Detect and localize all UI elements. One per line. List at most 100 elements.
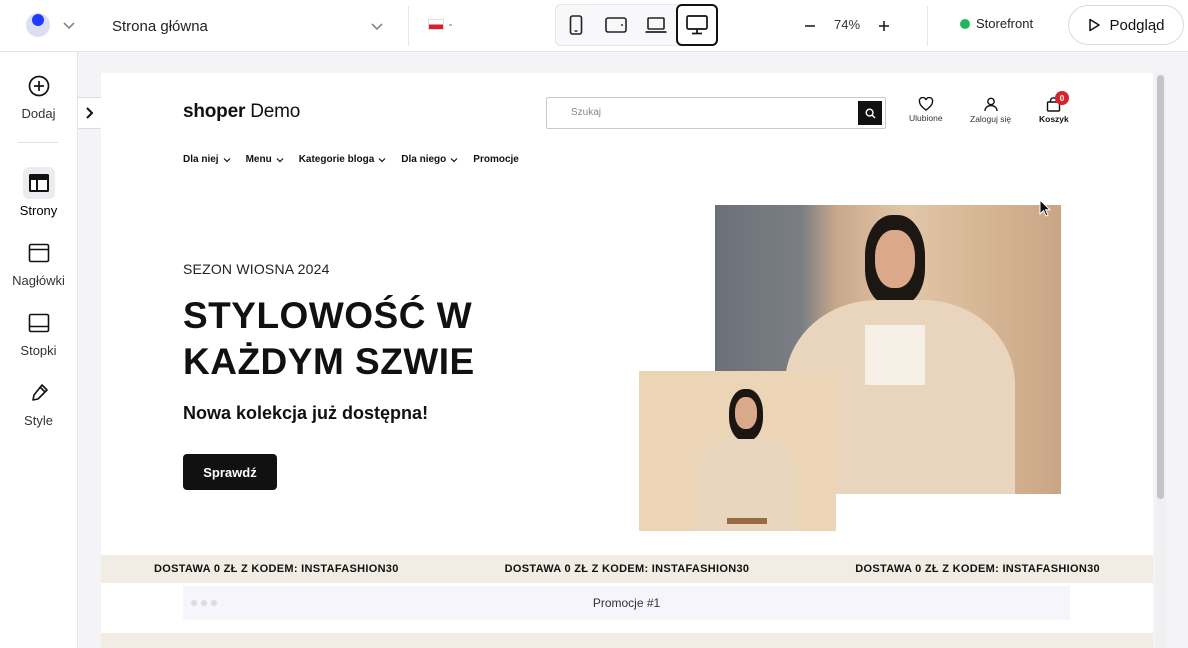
preview-button[interactable]: Podgląd: [1068, 5, 1184, 45]
tablet-icon: [605, 17, 627, 33]
image-detail: [865, 325, 925, 385]
plus-icon: [879, 21, 889, 31]
tablet-view-button[interactable]: [600, 10, 632, 40]
zoom-in-button[interactable]: [874, 16, 894, 36]
logo-rest: Demo: [250, 101, 301, 122]
mouse-cursor-icon: [1039, 199, 1051, 217]
cart-label: Koszyk: [1039, 114, 1069, 124]
desktop-icon: [686, 15, 708, 35]
play-icon: [1089, 18, 1101, 32]
wishlist-label: Ulubione: [909, 113, 943, 123]
sidebar-item-label: Strony: [19, 203, 58, 218]
left-sidebar: Dodaj Strony Nagłówki Stopki Style: [0, 52, 78, 648]
storefront-status[interactable]: Storefront: [960, 16, 1033, 31]
hero-cta-button[interactable]: Sprawdź: [183, 454, 277, 490]
nav-item-dla-niego[interactable]: Dla niego: [401, 154, 458, 165]
mobile-icon: [569, 15, 583, 35]
canvas-scrollbar[interactable]: [1155, 73, 1166, 648]
next-section: [101, 633, 1153, 648]
nav-item-kategorie-bloga[interactable]: Kategorie bloga: [299, 154, 387, 165]
zoom-out-button[interactable]: [800, 16, 820, 36]
expand-panel-button[interactable]: [78, 97, 103, 129]
language-select[interactable]: [428, 19, 452, 30]
store-nav: Dla niej Menu Kategorie bloga Dla niego …: [183, 154, 534, 165]
promo-section[interactable]: Promocje #1: [183, 586, 1070, 620]
store-search-input[interactable]: Szukaj: [546, 97, 886, 129]
plus-circle-icon: [23, 70, 55, 102]
chevron-down-icon: [371, 23, 383, 31]
sidebar-item-label: Style: [24, 413, 53, 428]
cart-link[interactable]: 0 Koszyk: [1039, 91, 1069, 124]
sidebar-item-pages[interactable]: Strony: [0, 167, 77, 218]
wishlist-link[interactable]: Ulubione: [909, 97, 943, 123]
chevron-down-icon: [378, 157, 386, 162]
promo-strip-text: DOSTAWA 0 ZŁ Z KODEM: INSTAFASHION30: [855, 563, 1100, 575]
nav-item-menu[interactable]: Menu: [246, 154, 284, 165]
footer-icon: [23, 307, 55, 339]
store-logo[interactable]: shoper Demo: [183, 101, 300, 123]
laptop-view-button[interactable]: [640, 10, 672, 40]
promo-strip-text: DOSTAWA 0 ZŁ Z KODEM: INSTAFASHION30: [153, 563, 399, 575]
nav-label: Menu: [245, 154, 272, 165]
hero-image-small: [639, 371, 836, 531]
page-select-label: Strona główna: [112, 17, 208, 35]
search-button[interactable]: [858, 101, 882, 125]
promo-section-title: Promocje #1: [592, 596, 661, 610]
zoom-level: 74%: [833, 17, 861, 32]
chevron-right-icon: [86, 107, 94, 119]
nav-label: Promocje: [473, 154, 519, 165]
sidebar-item-label: Stopki: [20, 343, 57, 358]
promo-strip-text: DOSTAWA 0 ZŁ Z KODEM: INSTAFASHION30: [504, 563, 750, 575]
hero-title-line: STYLOWOŚĆ W: [183, 295, 473, 336]
dropdown-indicator: [449, 23, 452, 26]
search-placeholder: Szukaj: [571, 107, 602, 118]
nav-item-dla-niej[interactable]: Dla niej: [183, 154, 231, 165]
divider: [18, 142, 58, 143]
nav-item-promocje[interactable]: Promocje: [473, 154, 519, 165]
hero-eyebrow: SEZON WIOSNA 2024: [183, 261, 330, 277]
preview-label: Podgląd: [1109, 16, 1165, 34]
poland-flag-icon: [428, 19, 444, 30]
preview-canvas[interactable]: shoper Demo Szukaj Ulubione Zaloguj się …: [101, 73, 1153, 648]
pen-icon: [23, 377, 55, 409]
mobile-view-button[interactable]: [560, 10, 592, 40]
sidebar-item-add[interactable]: Dodaj: [0, 70, 77, 121]
chevron-down-icon[interactable]: [62, 18, 76, 32]
chevron-down-icon: [223, 157, 231, 162]
sidebar-item-footers[interactable]: Stopki: [0, 307, 77, 358]
chevron-down-icon: [450, 157, 458, 162]
cart-count-badge: 0: [1055, 91, 1069, 105]
nav-label: Kategorie bloga: [298, 154, 375, 165]
image-detail: [727, 518, 767, 524]
promo-strip: DOSTAWA 0 ZŁ Z KODEM: INSTAFASHION30 DOS…: [101, 555, 1153, 583]
scrollbar-thumb[interactable]: [1157, 75, 1164, 499]
sidebar-item-label: Dodaj: [21, 106, 56, 121]
top-bar: Strona główna 74% Storefront Podgląd: [0, 0, 1188, 52]
header-icon: [23, 237, 55, 269]
sidebar-item-headers[interactable]: Nagłówki: [0, 237, 77, 288]
device-switcher: [555, 4, 718, 46]
hero-title-line: KAŻDYM SZWIE: [183, 341, 475, 382]
divider: [408, 6, 409, 46]
sidebar-item-label: Nagłówki: [12, 273, 65, 288]
desktop-view-button[interactable]: [676, 4, 718, 46]
login-label: Zaloguj się: [970, 114, 1012, 124]
sidebar-item-styles[interactable]: Style: [0, 377, 77, 428]
brand-logo-icon[interactable]: [26, 13, 50, 37]
page-select[interactable]: Strona główna: [112, 0, 384, 52]
layout-icon: [22, 167, 55, 199]
user-icon: [983, 97, 998, 112]
nav-label: Dla niego: [401, 154, 447, 165]
hero-subtitle: Nowa kolekcja już dostępna!: [183, 403, 429, 423]
chevron-down-icon: [276, 157, 284, 162]
hero-title: STYLOWOŚĆ W KAŻDYM SZWIE: [183, 293, 563, 385]
drag-handle-icon[interactable]: [191, 600, 217, 606]
storefront-label: Storefront: [976, 16, 1034, 31]
logo-brand: shoper: [183, 101, 246, 122]
search-icon: [864, 107, 875, 118]
login-link[interactable]: Zaloguj się: [970, 97, 1011, 124]
heart-icon: [918, 97, 934, 111]
minus-icon: [805, 25, 815, 27]
divider: [927, 6, 928, 46]
laptop-icon: [645, 17, 667, 33]
